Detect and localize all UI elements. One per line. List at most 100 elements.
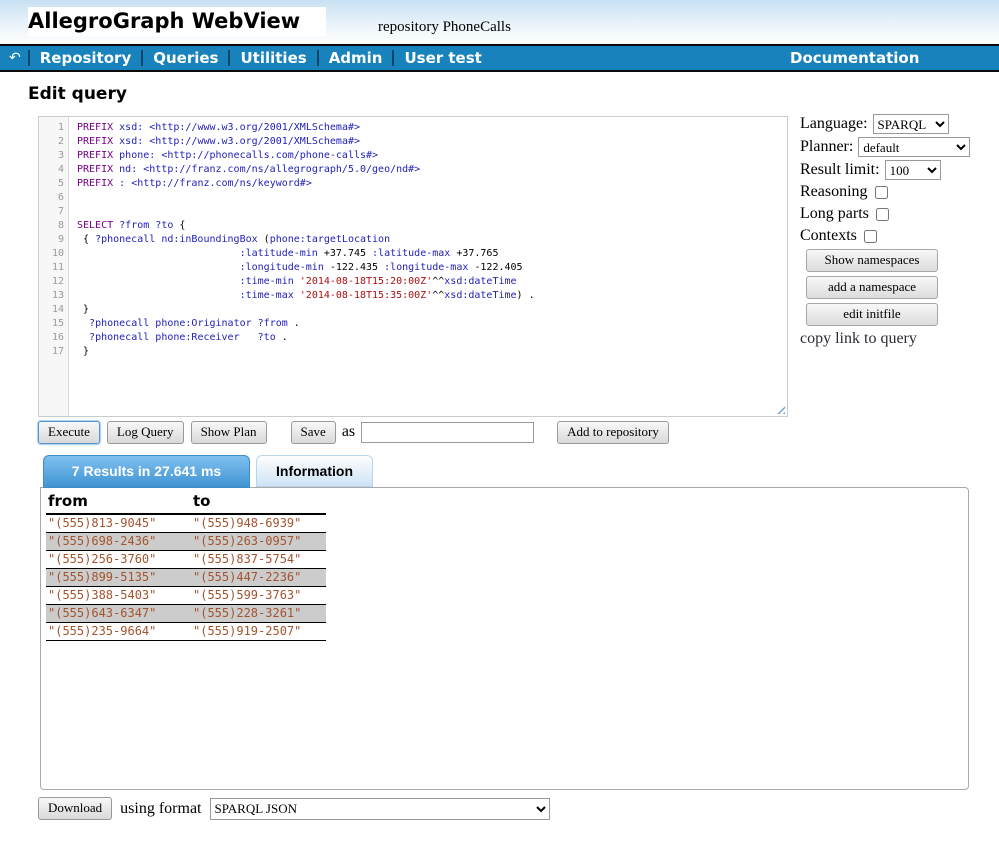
navbar: ↶ RepositoryQueriesUtilities AdminUser te…: [0, 44, 999, 72]
code-line: [77, 191, 787, 205]
tab-results[interactable]: 7 Results in 27.641 ms: [43, 455, 250, 488]
long-parts-label: Long parts: [800, 205, 869, 223]
download-button[interactable]: Download: [38, 797, 112, 820]
planner-label: Planner:: [800, 138, 853, 156]
language-label: Language:: [800, 115, 868, 133]
add-to-repository-button[interactable]: Add to repository: [557, 421, 669, 444]
planner-select[interactable]: default: [858, 137, 970, 157]
code-line: ?phonecall phone:Receiver ?to .: [77, 331, 787, 345]
edit-initfile-button[interactable]: edit initfile: [806, 303, 938, 326]
table-cell: "(555)813-9045": [46, 514, 191, 533]
table-cell: "(555)388-5403": [46, 587, 191, 605]
nav-item-documentation[interactable]: Documentation: [790, 49, 919, 67]
nav-item-repository[interactable]: Repository: [31, 49, 141, 67]
table-cell: "(555)899-5135": [46, 569, 191, 587]
table-cell: "(555)447-2236": [191, 569, 326, 587]
table-row: "(555)235-9664""(555)919-2507": [46, 623, 326, 641]
tab-information[interactable]: Information: [256, 455, 373, 487]
show-namespaces-button[interactable]: Show namespaces: [806, 249, 938, 272]
table-row: "(555)899-5135""(555)447-2236": [46, 569, 326, 587]
execute-button[interactable]: Execute: [38, 421, 100, 444]
table-cell: "(555)837-5754": [191, 551, 326, 569]
format-label: using format: [120, 800, 201, 818]
back-icon[interactable]: ↶: [9, 50, 21, 66]
code-line: :time-min '2014-08-18T15:20:00Z'^^xsd:da…: [77, 275, 787, 289]
nav-divider: [392, 50, 394, 66]
contexts-label: Contexts: [800, 227, 857, 245]
nav-item-admin[interactable]: Admin: [320, 49, 392, 67]
query-options-panel: Language: SPARQL Planner: default Result…: [800, 114, 985, 348]
nav-item-user-test[interactable]: User test: [395, 49, 490, 67]
code-line: { ?phonecall nd:inBoundingBox (phone:tar…: [77, 233, 787, 247]
column-header-to: to: [191, 491, 326, 514]
copy-link-to-query[interactable]: copy link to query: [800, 330, 985, 348]
query-editor[interactable]: 1234567891011121314151617 PREFIX xsd: <h…: [38, 116, 788, 417]
code-line: [77, 205, 787, 219]
nav-item-utilities[interactable]: Utilities: [231, 49, 315, 67]
line-number: 12: [39, 275, 64, 289]
nav-item-queries[interactable]: Queries: [144, 49, 227, 67]
show-plan-button[interactable]: Show Plan: [191, 421, 267, 444]
table-cell: "(555)599-3763": [191, 587, 326, 605]
language-select[interactable]: SPARQL: [873, 114, 949, 134]
table-cell: "(555)698-2436": [46, 533, 191, 551]
download-row: Download using format SPARQL JSON: [38, 797, 550, 820]
resize-grip[interactable]: [774, 403, 785, 414]
code-line: :longitude-min -122.435 :longitude-max -…: [77, 261, 787, 275]
line-number: 8: [39, 219, 64, 233]
editor-code-area[interactable]: PREFIX xsd: <http://www.w3.org/2001/XMLS…: [69, 117, 787, 416]
app-title: AllegroGraph WebView: [28, 7, 326, 36]
table-cell: "(555)256-3760": [46, 551, 191, 569]
result-limit-select[interactable]: 100: [885, 160, 941, 180]
nav-divider: [141, 50, 143, 66]
save-button[interactable]: Save: [291, 421, 336, 444]
editor-line-numbers: 1234567891011121314151617: [39, 117, 69, 416]
code-line: ?phonecall phone:Originator ?from .: [77, 317, 787, 331]
line-number: 13: [39, 289, 64, 303]
table-cell: "(555)263-0957": [191, 533, 326, 551]
table-cell: "(555)235-9664": [46, 623, 191, 641]
long-parts-checkbox[interactable]: [876, 208, 889, 221]
code-line: :time-max '2014-08-18T15:35:00Z'^^xsd:da…: [77, 289, 787, 303]
table-row: "(555)698-2436""(555)263-0957": [46, 533, 326, 551]
line-number: 1: [39, 121, 64, 135]
line-number: 9: [39, 233, 64, 247]
line-number: 11: [39, 261, 64, 275]
add-namespace-button[interactable]: add a namespace: [806, 276, 938, 299]
line-number: 17: [39, 345, 64, 359]
code-line: PREFIX xsd: <http://www.w3.org/2001/XMLS…: [77, 135, 787, 149]
log-query-button[interactable]: Log Query: [107, 421, 184, 444]
table-cell: "(555)643-6347": [46, 605, 191, 623]
line-number: 3: [39, 149, 64, 163]
nav-items: RepositoryQueriesUtilities AdminUser test: [27, 49, 491, 67]
line-number: 10: [39, 247, 64, 261]
header: AllegroGraph WebView repository PhoneCal…: [0, 0, 999, 44]
nav-divider: [317, 50, 319, 66]
line-number: 16: [39, 331, 64, 345]
code-line: SELECT ?from ?to {: [77, 219, 787, 233]
repository-label: repository PhoneCalls: [378, 19, 511, 36]
nav-divider: [228, 50, 230, 66]
table-cell: "(555)948-6939": [191, 514, 326, 533]
column-header-from: from: [46, 491, 191, 514]
results-table: from to "(555)813-9045""(555)948-6939""(…: [46, 491, 326, 641]
line-number: 7: [39, 205, 64, 219]
results-tabs: 7 Results in 27.641 ms Information: [43, 455, 373, 488]
code-line: PREFIX : <http://franz.com/ns/keyword#>: [77, 177, 787, 191]
line-number: 15: [39, 317, 64, 331]
format-select[interactable]: SPARQL JSON: [210, 798, 550, 820]
line-number: 4: [39, 163, 64, 177]
code-line: PREFIX xsd: <http://www.w3.org/2001/XMLS…: [77, 121, 787, 135]
save-as-label: as: [342, 423, 355, 441]
table-cell: "(555)919-2507": [191, 623, 326, 641]
line-number: 14: [39, 303, 64, 317]
action-row: Execute Log Query Show Plan Save as Add …: [38, 420, 669, 444]
reasoning-checkbox[interactable]: [875, 186, 888, 199]
contexts-checkbox[interactable]: [864, 230, 877, 243]
nav-divider: [28, 50, 30, 66]
table-row: "(555)813-9045""(555)948-6939": [46, 514, 326, 533]
save-name-input[interactable]: [361, 422, 534, 443]
result-limit-label: Result limit:: [800, 161, 880, 179]
results-panel: from to "(555)813-9045""(555)948-6939""(…: [40, 487, 969, 790]
code-line: :latitude-min +37.745 :latitude-max +37.…: [77, 247, 787, 261]
